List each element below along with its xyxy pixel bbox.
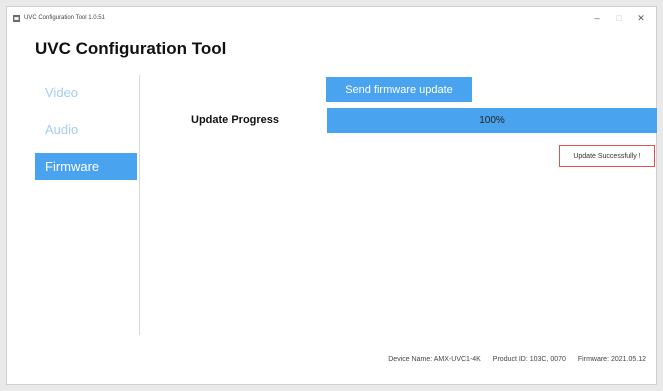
send-firmware-update-button[interactable]: Send firmware update [326,77,472,102]
sidebar-item-video[interactable]: Video [35,79,137,106]
app-icon [13,14,20,22]
sidebar-nav: Video Audio Firmware [35,79,137,190]
app-window: UVC Configuration Tool 1.0.51 – □ ✕ UVC … [6,6,657,385]
minimize-button[interactable]: – [586,9,608,27]
device-info-footer: Device Name: AMX-UVC1-4K Product ID: 103… [378,356,646,363]
title-bar: UVC Configuration Tool 1.0.51 – □ ✕ [7,7,656,29]
close-button[interactable]: ✕ [630,9,652,27]
update-progress-bar: 100% [327,108,657,133]
page-title: UVC Configuration Tool [35,39,227,58]
product-id-text: Product ID: 103C, 0070 [492,356,566,363]
sidebar-divider [139,75,140,335]
progress-percent-text: 100% [479,115,505,126]
maximize-button[interactable]: □ [608,9,630,27]
firmware-version-text: Firmware: 2021.05.12 [577,356,646,363]
sidebar-item-audio[interactable]: Audio [35,116,137,143]
update-progress-label: Update Progress [191,114,280,126]
window-title: UVC Configuration Tool 1.0.51 [24,15,105,21]
device-name-text: Device Name: AMX-UVC1-4K [388,356,481,363]
sidebar-item-firmware[interactable]: Firmware [35,153,137,180]
update-status-message: Update Successfully ! [559,145,655,167]
